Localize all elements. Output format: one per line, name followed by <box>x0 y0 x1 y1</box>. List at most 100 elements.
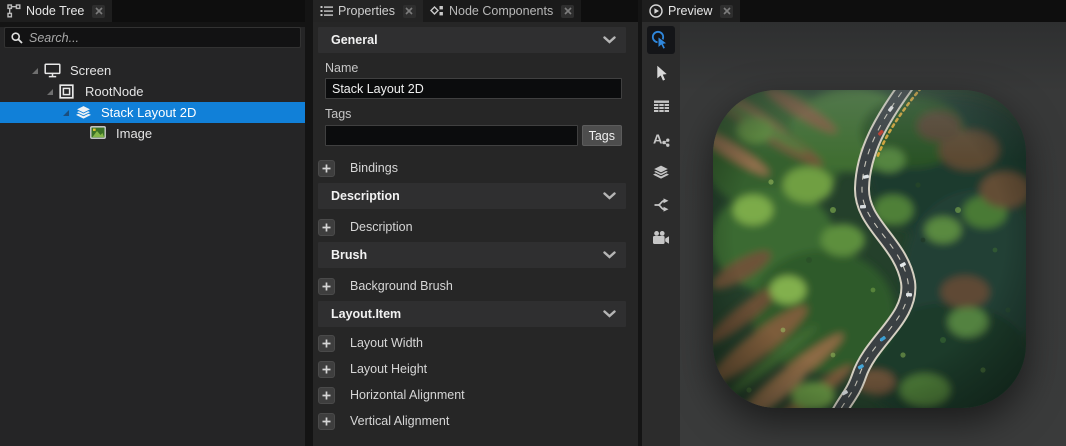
interact-tool-icon <box>651 30 671 50</box>
preview-tabbar: Preview <box>642 0 1066 22</box>
tree-item-screen[interactable]: Screen <box>0 60 305 81</box>
search-box <box>4 27 301 48</box>
property-label: Description <box>350 220 413 234</box>
app-window: Node Tree <box>0 0 1066 446</box>
add-property-button[interactable] <box>318 361 335 378</box>
section-title: Layout.Item <box>331 307 401 321</box>
name-field[interactable] <box>325 78 622 99</box>
cursor-icon <box>652 64 670 82</box>
preview-toolbar: A <box>642 22 680 446</box>
add-property-button[interactable] <box>318 219 335 236</box>
property-label: Layout Width <box>350 336 423 350</box>
tab-label: Properties <box>338 4 395 18</box>
expander-icon[interactable] <box>32 68 38 74</box>
tree-item-rootnode[interactable]: RootNode <box>0 81 305 102</box>
text-nodes-icon: A <box>652 131 670 147</box>
node-tree-panel: Node Tree <box>0 0 305 446</box>
tab-label: Preview <box>668 4 712 18</box>
property-add-row: Description <box>318 217 638 237</box>
connections-tool-button[interactable] <box>647 191 675 219</box>
chevron-down-icon <box>603 251 616 259</box>
select-tool-button[interactable] <box>647 59 675 87</box>
image-icon <box>90 126 107 141</box>
tab-label: Node Tree <box>26 4 84 18</box>
tree-item-label: RootNode <box>85 84 144 99</box>
tags-button[interactable]: Tags <box>582 125 622 146</box>
expander-icon[interactable] <box>47 89 53 95</box>
close-icon[interactable] <box>403 5 416 18</box>
add-binding-button[interactable] <box>318 160 335 177</box>
section-header-description[interactable]: Description <box>318 183 626 209</box>
svg-text:A: A <box>653 132 663 147</box>
section-title: Description <box>331 189 400 203</box>
preview-rendered-image <box>713 90 1026 408</box>
tab-node-components[interactable]: Node Components <box>423 0 581 22</box>
preview-body: A <box>642 22 1066 446</box>
property-add-row: Horizontal Alignment <box>318 385 638 405</box>
text-tool-button[interactable]: A <box>647 125 675 153</box>
chevron-down-icon <box>603 310 616 318</box>
search-input[interactable] <box>29 31 294 45</box>
grid-icon <box>653 99 670 114</box>
add-property-button[interactable] <box>318 278 335 295</box>
tags-row: Tags <box>325 125 622 146</box>
bindings-label: Bindings <box>350 161 398 175</box>
section-title: Brush <box>331 248 367 262</box>
tab-preview[interactable]: Preview <box>642 0 740 22</box>
node-tree-body: Screen RootNode <box>0 27 305 446</box>
layers-icon <box>652 164 670 180</box>
section-title: General <box>331 33 378 47</box>
node-components-icon <box>430 5 444 18</box>
tree-item-label: Image <box>116 126 152 141</box>
tab-node-tree[interactable]: Node Tree <box>0 0 112 22</box>
play-circle-icon <box>649 4 663 18</box>
close-icon[interactable] <box>561 5 574 18</box>
tags-field[interactable] <box>325 125 578 146</box>
add-property-button[interactable] <box>318 335 335 352</box>
tab-properties[interactable]: Properties <box>313 0 423 22</box>
grid-tool-button[interactable] <box>647 92 675 120</box>
properties-tabbar: Properties Node Components <box>313 0 638 22</box>
preview-panel: Preview <box>642 0 1066 446</box>
stack-layout-icon <box>75 105 92 120</box>
close-icon[interactable] <box>92 5 105 18</box>
properties-body: General Name Tags Tags Bindings Descript… <box>313 22 638 446</box>
property-label: Layout Height <box>350 362 427 376</box>
video-camera-icon <box>652 230 670 246</box>
tags-label: Tags <box>325 107 638 121</box>
property-add-row: Layout Height <box>318 359 638 379</box>
chevron-down-icon <box>603 192 616 200</box>
expander-icon[interactable] <box>63 110 69 116</box>
section-header-general[interactable]: General <box>318 27 626 53</box>
tree-item-stack-layout-2d[interactable]: Stack Layout 2D <box>0 102 305 123</box>
property-label: Background Brush <box>350 279 453 293</box>
preview-viewport[interactable] <box>680 22 1066 446</box>
tree-item-image[interactable]: Image <box>0 123 305 144</box>
node-tree: Screen RootNode <box>0 60 305 144</box>
property-add-row: Background Brush <box>318 276 638 296</box>
add-property-button[interactable] <box>318 387 335 404</box>
name-label: Name <box>325 61 638 75</box>
tree-item-label: Screen <box>70 63 111 78</box>
layers-tool-button[interactable] <box>647 158 675 186</box>
expander-spacer <box>78 131 84 137</box>
search-icon <box>11 32 23 44</box>
tab-label: Node Components <box>449 4 553 18</box>
property-label: Vertical Alignment <box>350 414 449 428</box>
interact-tool-button[interactable] <box>647 26 675 54</box>
node-tree-tabbar: Node Tree <box>0 0 305 22</box>
screen-icon <box>44 63 61 78</box>
camera-tool-button[interactable] <box>647 224 675 252</box>
branch-arrows-icon <box>653 197 670 213</box>
tree-item-label: Stack Layout 2D <box>101 105 196 120</box>
properties-panel: Properties Node Components <box>313 0 638 446</box>
rootnode-icon <box>59 84 76 99</box>
section-header-brush[interactable]: Brush <box>318 242 626 268</box>
property-label: Horizontal Alignment <box>350 388 465 402</box>
bindings-row: Bindings <box>318 158 638 178</box>
properties-icon <box>320 5 333 17</box>
add-property-button[interactable] <box>318 413 335 430</box>
close-icon[interactable] <box>720 5 733 18</box>
property-add-row: Layout Width <box>318 333 638 353</box>
section-header-layout-item[interactable]: Layout.Item <box>318 301 626 327</box>
